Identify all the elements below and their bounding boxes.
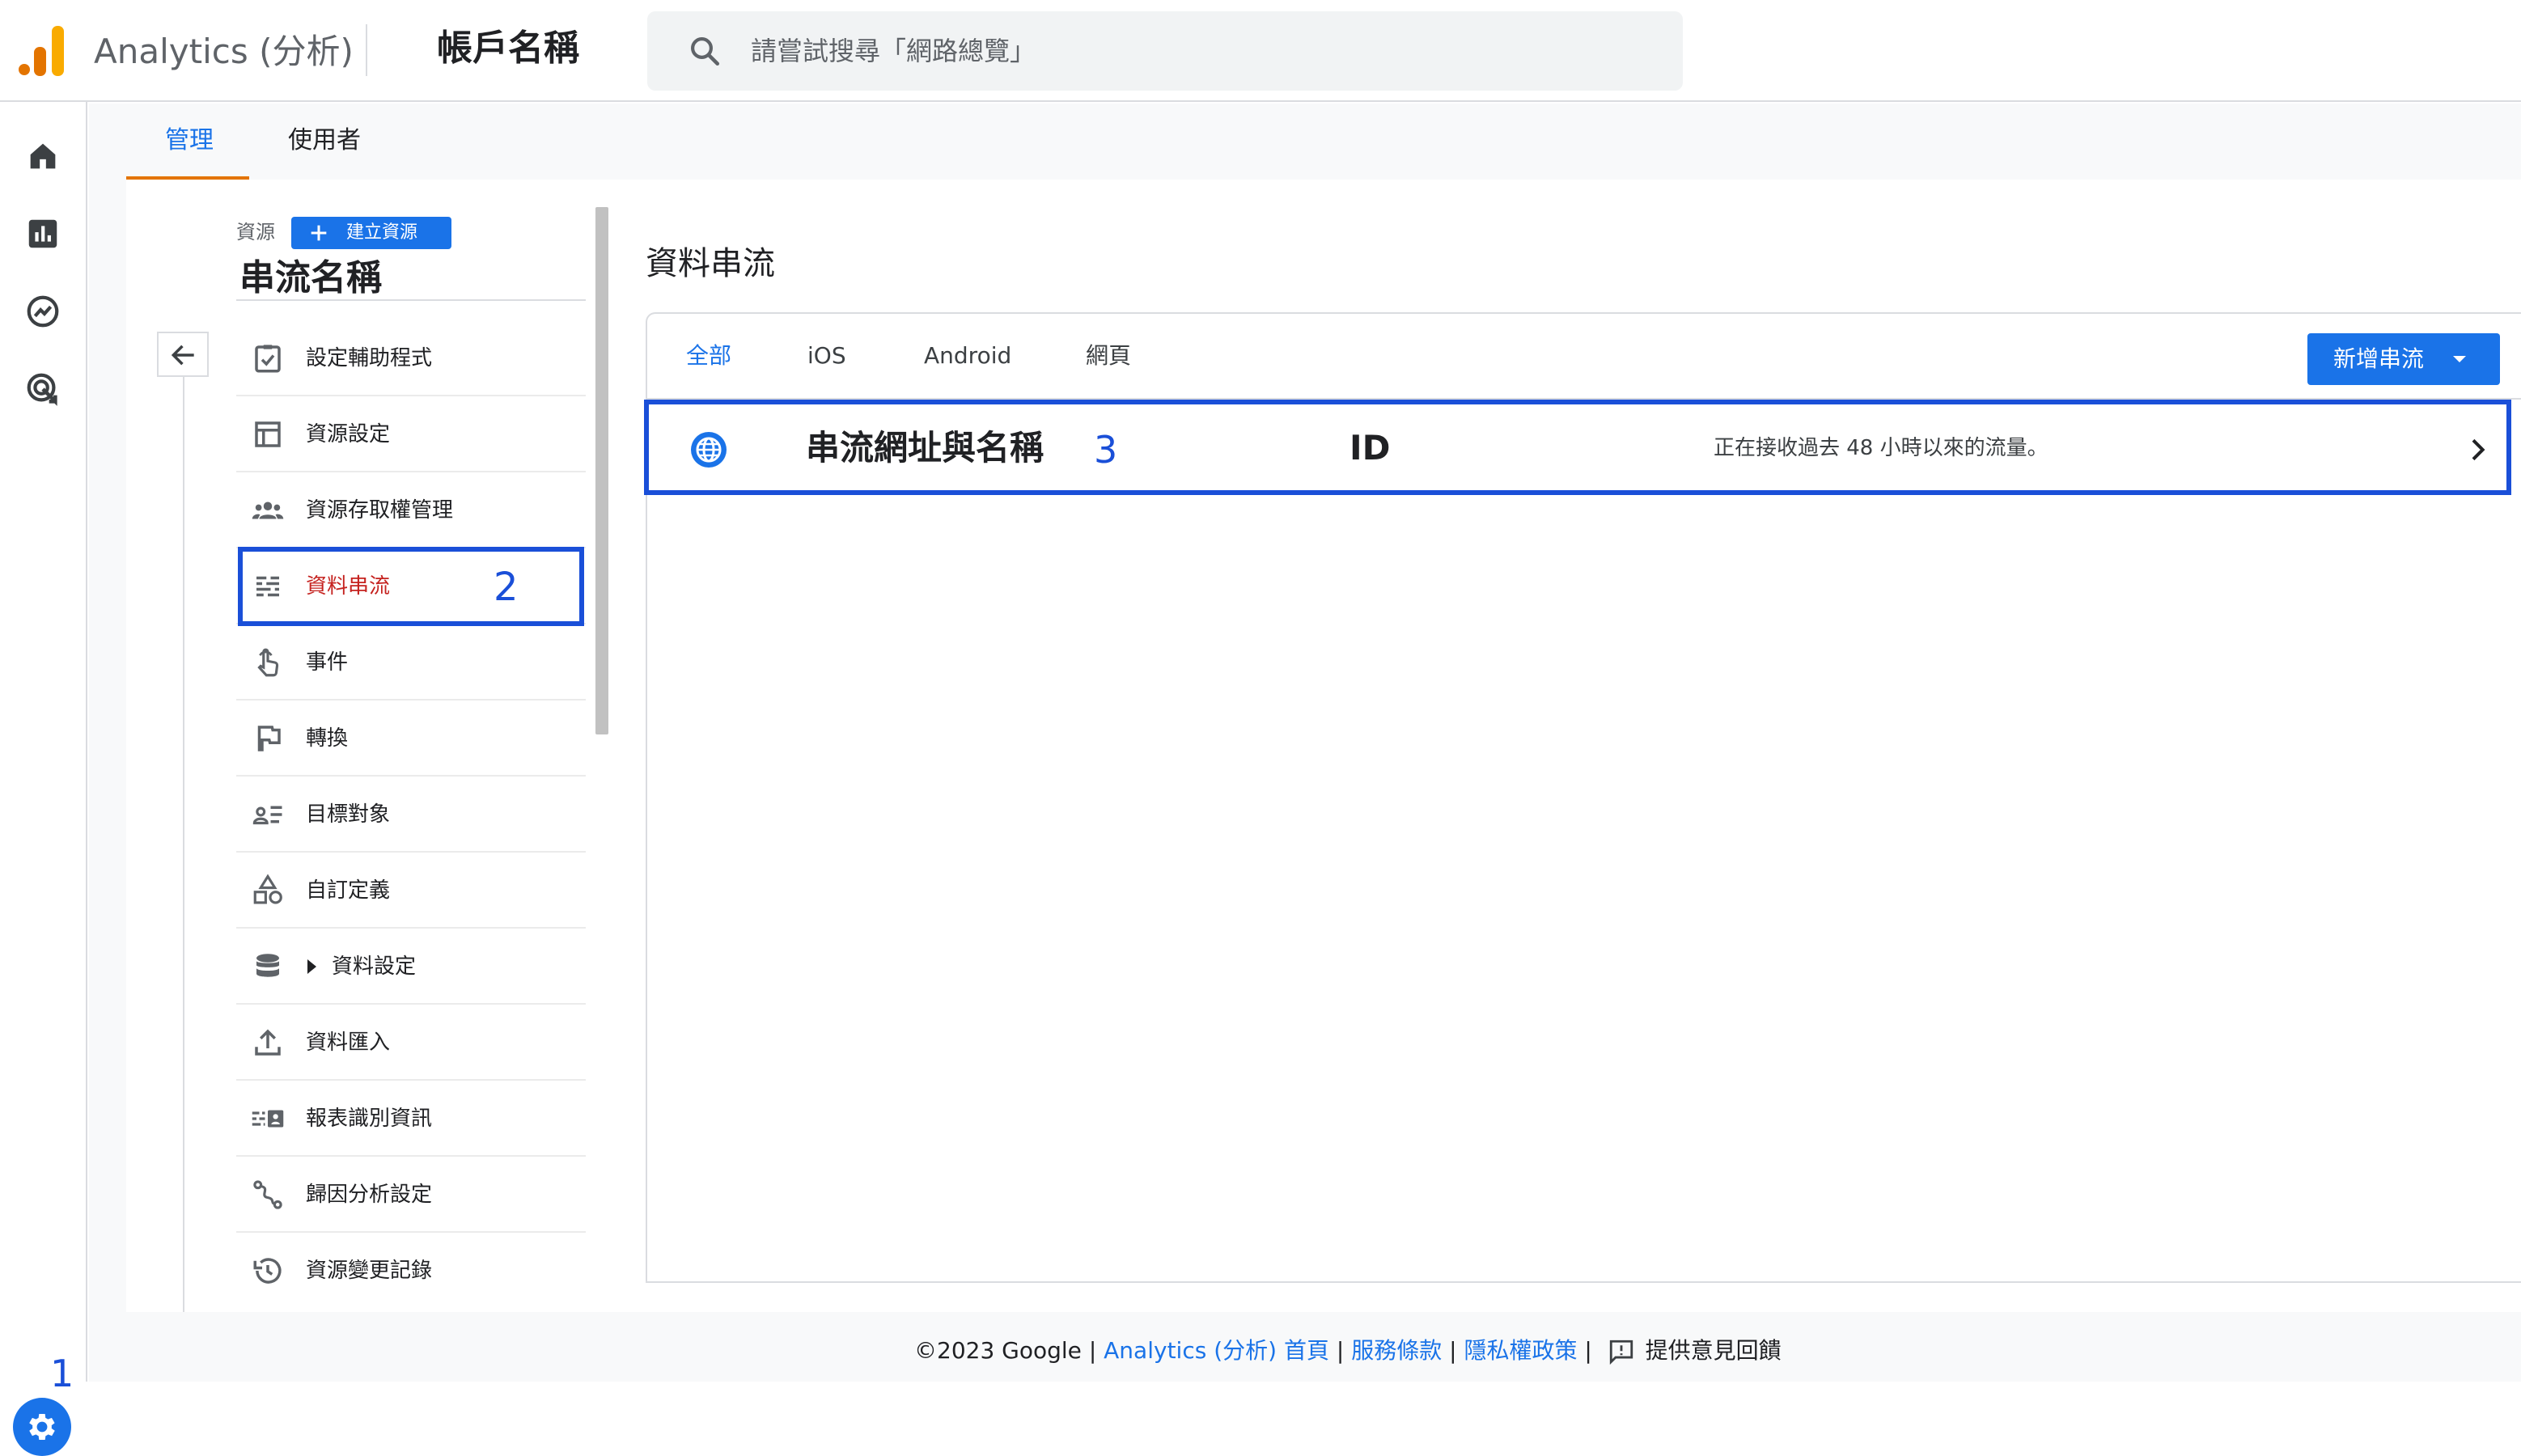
- stream-status: 正在接收過去 48 小時以來的流量。: [1714, 436, 2049, 460]
- left-rail: 1: [0, 102, 87, 1456]
- search-bar[interactable]: 請嘗試搜尋「網路總覽」: [647, 11, 1683, 91]
- arrow-left-icon: [171, 345, 194, 366]
- filter-tab-web[interactable]: 網頁: [1086, 333, 1131, 379]
- back-button[interactable]: [157, 332, 209, 377]
- annotation-highlight-2: [238, 547, 584, 626]
- admin-settings-button[interactable]: [13, 1398, 71, 1456]
- property-section-label: 資源: [236, 221, 275, 243]
- filter-tab-all[interactable]: 全部: [686, 333, 731, 379]
- upload-icon: [251, 1026, 285, 1060]
- analytics-logo[interactable]: [18, 24, 66, 78]
- add-stream-button[interactable]: 新增串流: [2307, 333, 2500, 385]
- nav-item-attribution-settings[interactable]: 歸因分析設定: [236, 1157, 586, 1233]
- checklist-icon: [251, 341, 285, 375]
- product-name: Analytics (分析): [94, 32, 354, 71]
- annotation-1: 1: [50, 1352, 74, 1395]
- nav-item-property-access[interactable]: 資源存取權管理: [236, 472, 586, 548]
- database-icon: [251, 950, 285, 984]
- nav-item-change-history[interactable]: 資源變更記錄: [236, 1233, 586, 1309]
- footer-link-analytics-home[interactable]: Analytics (分析) 首頁: [1104, 1337, 1329, 1364]
- tab-users[interactable]: 使用者: [267, 104, 372, 178]
- nav-item-data-settings[interactable]: 資料設定: [236, 929, 586, 1005]
- nav-item-conversions[interactable]: 轉換: [236, 700, 586, 777]
- page-title: 資料串流: [646, 245, 775, 282]
- header-divider: [366, 24, 367, 76]
- advertising-icon[interactable]: [24, 370, 61, 408]
- explore-icon[interactable]: [24, 293, 61, 330]
- touch-icon: [251, 645, 285, 679]
- property-stream-name[interactable]: 串流名稱: [239, 252, 382, 304]
- stream-id: ID: [1349, 428, 1391, 468]
- globe-icon: [689, 430, 728, 469]
- annotation-3: 3: [1094, 428, 1118, 472]
- chevron-right-icon: [2461, 434, 2493, 466]
- footer: ©2023 Google | Analytics (分析) 首頁 | 服務條款 …: [914, 1337, 1782, 1365]
- divider: [236, 299, 586, 301]
- create-property-button[interactable]: 建立資源: [291, 217, 451, 249]
- search-icon: [688, 34, 722, 68]
- attribution-icon: [251, 1178, 285, 1212]
- shapes-icon: [251, 874, 285, 908]
- nav-tree-line: [183, 377, 184, 1312]
- people-icon: [251, 493, 285, 527]
- tab-admin[interactable]: 管理: [126, 104, 249, 178]
- filter-tab-android[interactable]: Android: [924, 333, 1011, 379]
- audience-icon: [251, 798, 285, 832]
- account-name[interactable]: 帳戶名稱: [437, 24, 579, 73]
- nav-item-reporting-identity[interactable]: 報表識別資訊: [236, 1081, 586, 1157]
- plus-icon: [307, 222, 330, 244]
- reports-icon[interactable]: [24, 215, 61, 252]
- gear-icon: [29, 1414, 55, 1440]
- home-icon[interactable]: [24, 138, 61, 175]
- history-icon: [251, 1254, 285, 1288]
- filter-tab-ios[interactable]: iOS: [807, 333, 846, 379]
- expand-caret-icon[interactable]: [307, 959, 316, 974]
- nav-item-events[interactable]: 事件: [236, 624, 586, 700]
- search-input[interactable]: 請嘗試搜尋「網路總覽」: [751, 31, 1036, 71]
- nav-item-setup-assistant[interactable]: 設定輔助程式: [236, 320, 586, 396]
- stream-row[interactable]: 串流網址與名稱 3 ID 正在接收過去 48 小時以來的流量。: [644, 400, 2511, 495]
- copyright: ©2023 Google: [914, 1337, 1082, 1364]
- nav-item-data-import[interactable]: 資料匯入: [236, 1005, 586, 1081]
- dropdown-arrow-icon: [2453, 356, 2466, 362]
- feedback-link[interactable]: 提供意見回饋: [1646, 1337, 1782, 1364]
- flag-icon: [251, 722, 285, 756]
- nav-item-property-settings[interactable]: 資源設定: [236, 396, 586, 472]
- property-settings-icon: [251, 417, 285, 451]
- nav-scrollbar[interactable]: [595, 207, 608, 734]
- footer-link-terms[interactable]: 服務條款: [1351, 1337, 1442, 1364]
- top-bar: Analytics (分析) 帳戶名稱 請嘗試搜尋「網路總覽」: [0, 0, 2521, 102]
- stream-url-and-name: 串流網址與名稱: [806, 428, 1044, 468]
- footer-link-privacy[interactable]: 隱私權政策: [1464, 1337, 1577, 1364]
- nav-item-custom-definitions[interactable]: 自訂定義: [236, 853, 586, 929]
- annotation-2: 2: [494, 565, 519, 610]
- nav-item-audiences[interactable]: 目標對象: [236, 777, 586, 853]
- feedback-icon[interactable]: [1608, 1338, 1635, 1365]
- reporting-identity-icon: [251, 1102, 285, 1136]
